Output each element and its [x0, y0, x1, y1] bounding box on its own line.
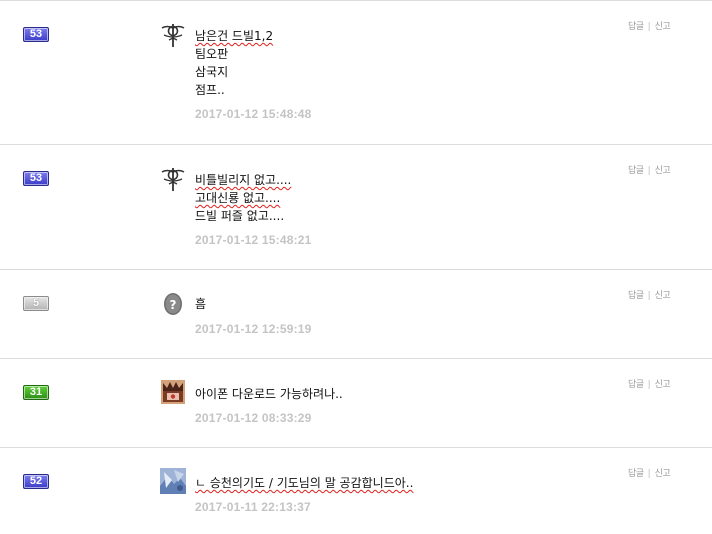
svg-text:?: ?: [170, 298, 177, 312]
comment-actions: 답글 | 신고: [628, 468, 671, 480]
level-badge: 31: [23, 385, 49, 400]
comment-actions: 답글 | 신고: [628, 165, 671, 177]
comment-list: 53 남은건 드빌1,2 팀오판 삼국지 점프.. 2017-01-12 15:…: [0, 0, 712, 533]
alchemy-symbol-icon[interactable]: [160, 22, 186, 48]
comment-line: 팀오판: [195, 47, 229, 61]
reply-button[interactable]: 답글: [628, 468, 644, 480]
comment-text: 아이폰 다운로드 가능하려나..: [195, 385, 343, 403]
report-button[interactable]: 신고: [655, 165, 671, 177]
level-badge: 53: [23, 27, 49, 42]
comment-line: 남은건 드빌1,2: [195, 29, 274, 43]
crown-box-icon[interactable]: [160, 379, 186, 405]
report-button[interactable]: 신고: [655, 468, 671, 480]
comment-text: 비틀빌리지 없고.... 고대신룡 없고.... 드빌 퍼즐 없고....: [195, 171, 291, 225]
comment-item: 53 남은건 드빌1,2 팀오판 삼국지 점프.. 2017-01-12 15:…: [0, 0, 712, 145]
comment-item: 31 아이폰 다운로드 가능하려나.. 2017-01-12 08:33:29 …: [0, 359, 712, 448]
level-badge: 5: [23, 296, 49, 311]
comment-text: ㄴ 승천의기도 / 기도님의 말 공감합니드아..: [195, 474, 413, 492]
comment-line: 점프..: [195, 83, 225, 97]
comment-date: 2017-01-12 12:59:19: [195, 322, 312, 336]
report-button[interactable]: 신고: [655, 379, 671, 391]
comment-line: 드빌 퍼즐 없고....: [195, 209, 285, 223]
comment-date: 2017-01-12 15:48:21: [195, 233, 312, 247]
comment-item: 5 ? 흠 2017-01-12 12:59:19 답글 | 신고: [0, 270, 712, 359]
comment-item: 53 비틀빌리지 없고.... 고대신룡 없고.... 드빌 퍼즐 없고....…: [0, 145, 712, 270]
comment-line: 아이폰 다운로드 가능하려나..: [195, 385, 343, 403]
comment-date: 2017-01-11 22:13:37: [195, 500, 311, 514]
photo-thumbnail-icon[interactable]: [160, 468, 186, 494]
reply-button[interactable]: 답글: [628, 290, 644, 302]
comment-text: 흠: [195, 295, 206, 313]
comment-date: 2017-01-12 15:48:48: [195, 107, 312, 121]
comment-text: 남은건 드빌1,2 팀오판 삼국지 점프..: [195, 27, 273, 99]
question-mark-icon[interactable]: ?: [160, 290, 186, 316]
reply-button[interactable]: 답글: [628, 165, 644, 177]
report-button[interactable]: 신고: [655, 290, 671, 302]
comment-line: 비틀빌리지 없고....: [195, 173, 292, 187]
comment-actions: 답글 | 신고: [628, 21, 671, 33]
level-badge: 52: [23, 474, 49, 489]
report-button[interactable]: 신고: [655, 21, 671, 33]
level-badge: 53: [23, 171, 49, 186]
comment-actions: 답글 | 신고: [628, 379, 671, 391]
comment-actions: 답글 | 신고: [628, 290, 671, 302]
reply-button[interactable]: 답글: [628, 21, 644, 33]
alchemy-symbol-icon[interactable]: [160, 166, 186, 192]
reply-button[interactable]: 답글: [628, 379, 644, 391]
comment-line: 삼국지: [195, 65, 229, 79]
comment-line-text: 아이폰 다운로드 가능하려나..: [195, 387, 343, 401]
comment-item: 52 ㄴ 승천의기도 / 기도님의 말 공감합니드아.. 2017-01-11 …: [0, 448, 712, 533]
comment-line: 흠: [195, 297, 207, 311]
comment-line: ㄴ 승천의기도 / 기도님의 말 공감합니드아..: [195, 476, 414, 490]
comment-line: 고대신룡 없고....: [195, 191, 281, 205]
comment-date: 2017-01-12 08:33:29: [195, 411, 312, 425]
